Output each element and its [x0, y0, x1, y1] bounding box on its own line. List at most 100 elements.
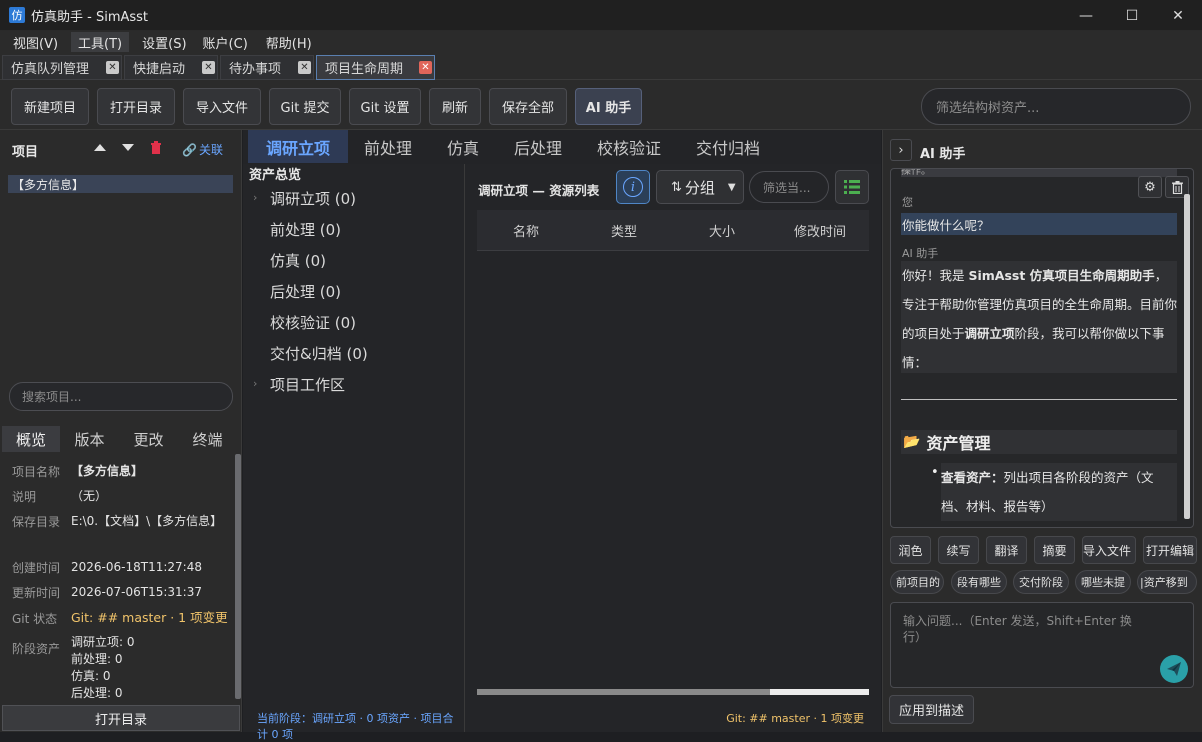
tab-quick-launch[interactable]: 快捷启动 ✕ — [124, 55, 218, 80]
link-button[interactable]: 🔗 关联 — [182, 141, 223, 158]
column-modified[interactable]: 修改时间 — [771, 210, 869, 250]
new-project-button[interactable]: 新建项目 — [11, 88, 89, 125]
suggestion-chip[interactable]: 交付阶段 — [1013, 570, 1069, 594]
tab-todo[interactable]: 待办事项 ✕ — [220, 55, 314, 80]
tree-item-simulation[interactable]: 仿真 (0) — [270, 250, 326, 271]
stage-asset-line: 前处理: 0 — [71, 652, 123, 666]
resource-list-title: 调研立项 — 资源列表 — [478, 183, 600, 198]
chat-scrollbar[interactable] — [1184, 194, 1190, 519]
menu-account[interactable]: 账户(C) — [196, 32, 255, 52]
sort-icon: ⇅ — [671, 179, 682, 195]
resource-filter-input[interactable]: 筛选当... — [749, 171, 829, 203]
menu-settings[interactable]: 设置(S) — [135, 32, 193, 52]
ai-assistant-button[interactable]: AI 助手 — [575, 88, 642, 125]
list-view-button[interactable] — [835, 170, 869, 204]
open-editor-button[interactable]: 打开编辑 — [1143, 536, 1197, 564]
suggestion-chip[interactable]: 哪些未提 — [1075, 570, 1131, 594]
scrollbar-thumb[interactable] — [477, 689, 770, 695]
project-search-input[interactable]: 搜索项目... — [9, 382, 233, 411]
stage-tab-simulation[interactable]: 仿真 — [428, 130, 498, 163]
gear-icon[interactable]: ⚙ — [1138, 176, 1162, 198]
group-dropdown[interactable]: ⇅ 分组 ▼ — [656, 170, 744, 204]
tree-item-research[interactable]: 调研立项 (0) — [270, 188, 356, 209]
refresh-button[interactable]: 刷新 — [429, 88, 481, 125]
tab-terminal[interactable]: 终端 — [178, 426, 237, 452]
stage-tab-verification[interactable]: 校核验证 — [578, 130, 680, 163]
open-directory-button[interactable]: 打开目录 — [97, 88, 175, 125]
maximize-button[interactable]: ☐ — [1109, 0, 1155, 31]
tab-overview[interactable]: 概览 — [2, 426, 60, 452]
apply-to-description-button[interactable]: 应用到描述 — [889, 695, 974, 724]
summary-button[interactable]: 摘要 — [1034, 536, 1075, 564]
description-label: 说明 — [12, 490, 37, 504]
section-heading: 📂 资产管理 — [901, 430, 1177, 454]
tab-label: 快捷启动 — [133, 62, 186, 77]
continue-button[interactable]: 续写 — [938, 536, 979, 564]
stage-tab-delivery[interactable]: 交付归档 — [680, 130, 776, 163]
status-stage-text: 当前阶段：调研立项 · 0 项资产 · 项目合计 0 项 — [257, 712, 454, 741]
import-file-button[interactable]: 导入文件 — [183, 88, 261, 125]
menu-bar: 视图(V) 工具(T) 设置(S) 账户(C) 帮助(H) — [0, 31, 1202, 53]
git-settings-button[interactable]: Git 设置 — [349, 88, 421, 125]
suggestion-chip[interactable]: 段有哪些 — [951, 570, 1007, 594]
move-down-icon[interactable] — [121, 140, 135, 154]
menu-tools[interactable]: 工具(T) — [71, 32, 130, 52]
window-title: 仿真助手 - SimAsst — [31, 9, 149, 25]
stage-tab-preprocess[interactable]: 前处理 — [348, 130, 428, 163]
import-file-chip[interactable]: 导入文件 — [1082, 536, 1136, 564]
close-icon[interactable]: ✕ — [202, 61, 215, 74]
close-icon[interactable]: ✕ — [106, 61, 119, 74]
menu-help[interactable]: 帮助(H) — [259, 32, 319, 52]
stage-tab-research[interactable]: 调研立项 — [248, 130, 348, 163]
save-all-button[interactable]: 保存全部 — [489, 88, 567, 125]
close-icon[interactable]: ✕ — [419, 61, 432, 74]
tree-item-delivery[interactable]: 交付&归档 (0) — [270, 343, 368, 364]
created-label: 创建时间 — [12, 561, 61, 575]
tab-changes[interactable]: 更改 — [119, 426, 178, 452]
stage-tab-postprocess[interactable]: 后处理 — [498, 130, 578, 163]
close-window-button[interactable]: ✕ — [1155, 0, 1201, 31]
column-name[interactable]: 名称 — [477, 210, 575, 250]
minimize-button[interactable]: — — [1063, 0, 1109, 31]
folder-icon: 📂 — [903, 434, 921, 450]
save-dir-label: 保存目录 — [12, 515, 61, 529]
bullet-bold: 查看资产： — [941, 470, 1004, 485]
expand-icon[interactable]: › — [253, 191, 257, 204]
tab-sim-queue[interactable]: 仿真队列管理 ✕ — [2, 55, 122, 80]
collapse-panel-button[interactable]: › — [890, 139, 912, 161]
info-button[interactable]: i — [616, 170, 650, 204]
ai-label: AI 助手 — [902, 247, 939, 260]
tree-item-preprocess[interactable]: 前处理 (0) — [270, 219, 341, 240]
suggestion-chip[interactable]: |资产移到 — [1137, 570, 1197, 594]
overview-scrollbar[interactable] — [235, 454, 241, 699]
asset-tree-title: 资产总览 — [249, 168, 302, 183]
description-value: （无） — [71, 489, 108, 503]
polish-button[interactable]: 润色 — [890, 536, 931, 564]
suggestion-chip[interactable]: 前项目的 — [890, 570, 944, 594]
asset-filter-input[interactable]: 筛选结构树资产... — [921, 88, 1191, 125]
send-button[interactable] — [1160, 655, 1188, 683]
menu-view[interactable]: 视图(V) — [6, 32, 65, 52]
close-icon[interactable]: ✕ — [298, 61, 311, 74]
project-list-item[interactable]: 【多方信息】 — [8, 175, 233, 193]
column-type[interactable]: 类型 — [575, 210, 673, 250]
git-commit-button[interactable]: Git 提交 — [269, 88, 341, 125]
delete-icon[interactable] — [150, 141, 162, 155]
git-status-label: Git 状态 — [12, 612, 58, 626]
open-directory-bottom-button[interactable]: 打开目录 — [2, 705, 240, 731]
translate-button[interactable]: 翻译 — [986, 536, 1027, 564]
tree-item-verification[interactable]: 校核验证 (0) — [270, 312, 356, 333]
expand-icon[interactable]: › — [253, 377, 257, 390]
tab-label: 仿真队列管理 — [11, 62, 90, 77]
ai-message: 你好！我是 SimAsst 仿真项目生命周期助手，专注于帮助你管理仿真项目的全生… — [901, 261, 1177, 373]
tree-item-postprocess[interactable]: 后处理 (0) — [270, 281, 341, 302]
horizontal-scrollbar[interactable] — [477, 689, 869, 695]
move-up-icon[interactable] — [93, 140, 107, 154]
tree-item-workspace[interactable]: 项目工作区 — [270, 374, 345, 395]
created-value: 2026-06-18T11:27:48 — [71, 560, 202, 574]
column-size[interactable]: 大小 — [673, 210, 771, 250]
chat-input[interactable]: 输入问题...（Enter 发送，Shift+Enter 换行） — [890, 602, 1194, 688]
ai-text: 你好！我是 — [902, 268, 969, 283]
tab-versions[interactable]: 版本 — [60, 426, 119, 452]
tab-project-lifecycle[interactable]: 项目生命周期 ✕ — [316, 55, 435, 80]
